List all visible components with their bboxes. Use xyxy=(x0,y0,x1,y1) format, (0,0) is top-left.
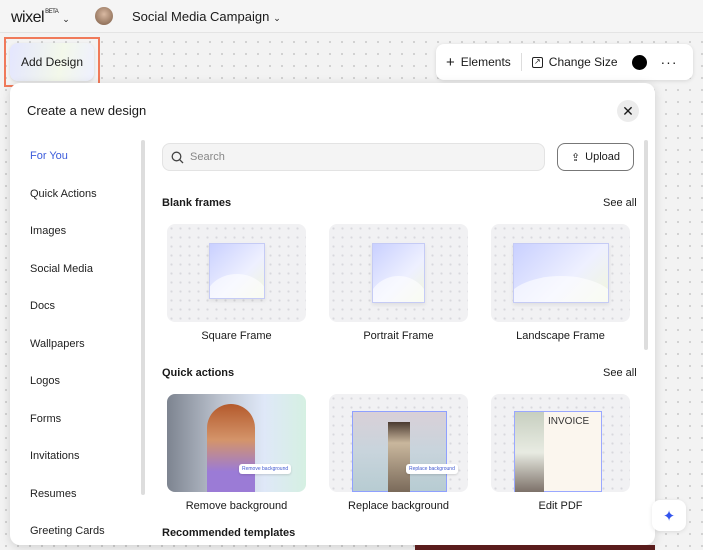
section-title-quick-actions: Quick actions xyxy=(162,367,235,379)
sidebar-scrollbar[interactable] xyxy=(141,140,145,495)
logo-text: wixel xyxy=(11,9,45,26)
see-all-quick-actions[interactable]: See all xyxy=(603,367,637,379)
canvas-image xyxy=(415,545,655,550)
plus-icon: + xyxy=(446,53,455,71)
sidebar-item-wallpapers[interactable]: Wallpapers xyxy=(30,329,105,367)
card-label: Edit PDF xyxy=(538,500,583,512)
content-scrollbar[interactable] xyxy=(644,140,648,350)
sidebar-item-social-media[interactable]: Social Media xyxy=(30,254,105,292)
sidebar-item-quick-actions[interactable]: Quick Actions xyxy=(30,179,105,217)
sparkle-icon: ✦ xyxy=(662,507,676,525)
create-design-dialog: Create a new design ✕ For You Quick Acti… xyxy=(10,83,655,545)
color-swatch[interactable] xyxy=(631,54,647,70)
more-icon[interactable]: ··· xyxy=(661,54,678,70)
project-menu[interactable]: Social Media Campaign ⌄ xyxy=(132,9,281,24)
search-placeholder: Search xyxy=(190,151,225,163)
upload-icon: ⇪ xyxy=(570,151,581,164)
remove-background-card[interactable]: Remove background xyxy=(167,394,306,492)
elements-label: Elements xyxy=(460,55,511,69)
section-title-recommended-templates: Recommended templates xyxy=(162,527,296,539)
canvas-toolbar: + Elements ↗ Change Size ··· xyxy=(436,44,693,80)
top-bar: wixelBETA⌄ Social Media Campaign ⌄ xyxy=(0,0,703,33)
replace-background-card[interactable]: Replace background xyxy=(329,394,468,492)
replace-background-chip: Replace background xyxy=(406,464,458,474)
upload-button[interactable]: ⇪ Upload xyxy=(557,143,634,171)
sidebar-item-greeting-cards[interactable]: Greeting Cards xyxy=(30,516,105,545)
resize-icon: ↗ xyxy=(531,56,543,68)
upload-label: Upload xyxy=(585,151,621,163)
add-design-button[interactable]: Add Design xyxy=(10,43,94,81)
change-size-label: Change Size xyxy=(548,55,618,69)
card-label: Replace background xyxy=(348,500,449,512)
section-title-blank-frames: Blank frames xyxy=(162,197,232,209)
elements-button[interactable]: + Elements xyxy=(436,54,521,71)
edit-pdf-card[interactable]: INVOICE xyxy=(491,394,630,492)
card-label: Square Frame xyxy=(201,330,272,342)
card-label: Landscape Frame xyxy=(516,330,605,342)
avatar[interactable] xyxy=(95,7,113,25)
beta-badge: BETA xyxy=(45,9,59,15)
search-input[interactable]: Search xyxy=(162,143,545,171)
project-name: Social Media Campaign xyxy=(132,9,270,24)
portrait-frame-thumbnail xyxy=(372,243,425,303)
replace-background-image xyxy=(352,411,447,492)
chevron-down-icon: ⌄ xyxy=(273,13,281,23)
sidebar-item-invitations[interactable]: Invitations xyxy=(30,441,105,479)
wixel-logo[interactable]: wixelBETA⌄ xyxy=(11,9,70,27)
category-sidebar: For You Quick Actions Images Social Medi… xyxy=(30,141,105,545)
chevron-down-icon: ⌄ xyxy=(62,14,70,24)
close-icon: ✕ xyxy=(622,102,634,119)
dialog-title: Create a new design xyxy=(27,103,147,118)
landscape-frame-card[interactable] xyxy=(491,224,630,322)
sidebar-item-logos[interactable]: Logos xyxy=(30,366,105,404)
change-size-button[interactable]: ↗ Change Size xyxy=(522,55,628,69)
sidebar-item-for-you[interactable]: For You xyxy=(30,141,105,179)
invoice-title: INVOICE xyxy=(548,416,590,427)
search-icon xyxy=(171,151,184,163)
card-label: Portrait Frame xyxy=(363,330,434,342)
remove-background-chip: Remove background xyxy=(239,464,292,474)
sidebar-item-resumes[interactable]: Resumes xyxy=(30,479,105,517)
invoice-image: INVOICE xyxy=(514,411,602,492)
card-label: Remove background xyxy=(185,500,288,512)
close-button[interactable]: ✕ xyxy=(617,100,639,122)
sidebar-item-images[interactable]: Images xyxy=(30,216,105,254)
landscape-frame-thumbnail xyxy=(513,243,609,303)
square-frame-thumbnail xyxy=(209,243,265,299)
portrait-image xyxy=(207,404,255,492)
sidebar-item-docs[interactable]: Docs xyxy=(30,291,105,329)
see-all-blank-frames[interactable]: See all xyxy=(603,197,637,209)
ai-assistant-button[interactable]: ✦ xyxy=(652,500,686,531)
square-frame-card[interactable] xyxy=(167,224,306,322)
portrait-frame-card[interactable] xyxy=(329,224,468,322)
sidebar-item-forms[interactable]: Forms xyxy=(30,404,105,442)
